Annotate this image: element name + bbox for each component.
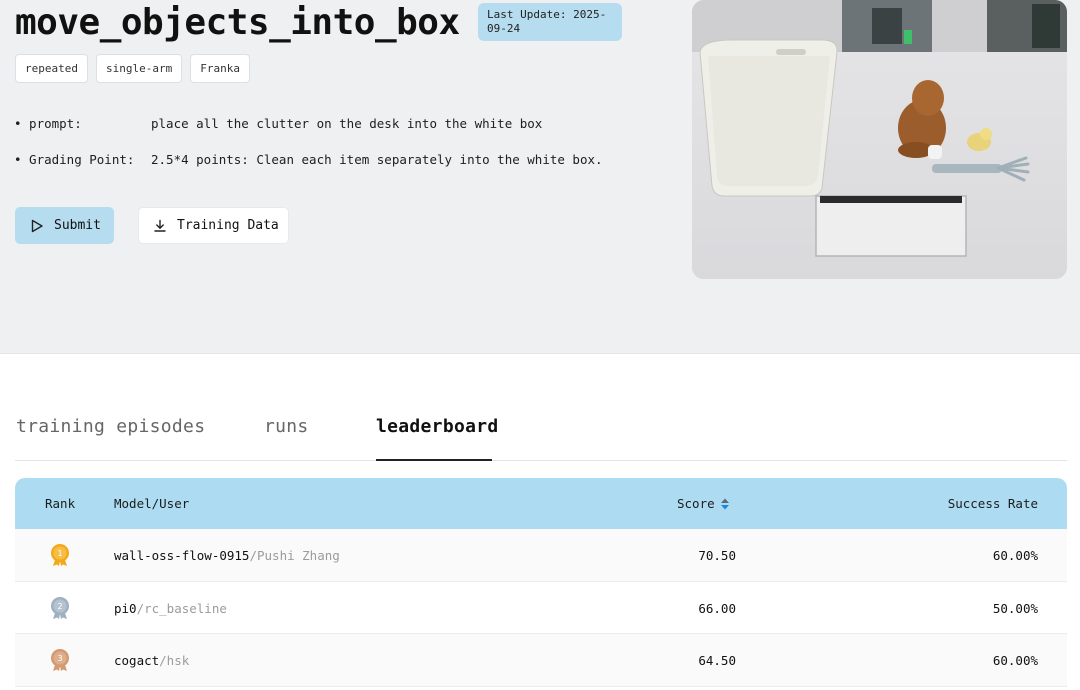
tab-bar: training episodes runs leaderboard	[15, 408, 1067, 461]
table-header: Rank Model/User Score Success Rate	[15, 478, 1067, 529]
prompt-value: place all the clutter on the desk into t…	[151, 116, 543, 131]
table-row[interactable]: 1 wall-oss-flow-0915/Pushi Zhang 70.50 6…	[15, 529, 1067, 582]
success-rate-cell: 60.00%	[992, 548, 1038, 563]
training-data-label: Training Data	[177, 218, 279, 233]
success-rate-cell: 50.00%	[992, 600, 1038, 616]
grading-row: • Grading Point: 2.5*4 points: Clean eac…	[14, 152, 603, 167]
tag-single-arm: single-arm	[95, 54, 183, 83]
robot-scene-image	[692, 0, 1067, 279]
tag-repeated: repeated	[15, 54, 88, 83]
user-name: /Pushi Zhang	[249, 548, 340, 563]
user-name: /hsk	[159, 653, 190, 668]
header-score-label: Score	[677, 496, 715, 511]
success-rate-cell: 60.00%	[992, 653, 1038, 668]
score-cell: 64.50	[698, 653, 736, 668]
download-icon	[154, 219, 166, 232]
submit-label: Submit	[54, 218, 101, 233]
user-name: /rc_baseline	[136, 600, 227, 616]
tab-runs[interactable]: runs	[264, 416, 309, 461]
model-name: pi0	[114, 600, 137, 616]
score-cell: 66.00	[698, 600, 736, 616]
task-header-section: move_objects_into_box Last Update: 2025-…	[0, 0, 1080, 354]
svg-text:3: 3	[57, 654, 62, 663]
model-name: wall-oss-flow-0915	[114, 548, 250, 563]
tag-franka: Franka	[190, 54, 250, 83]
header-success-rate: Success Rate	[947, 496, 1038, 511]
submit-button[interactable]: Submit	[15, 207, 114, 244]
header-rank: Rank	[45, 496, 76, 511]
tab-training-episodes[interactable]: training episodes	[16, 416, 205, 461]
grading-label: • Grading Point:	[14, 152, 135, 167]
tag-list: repeated single-arm Franka	[15, 54, 250, 83]
prompt-row: • prompt: place all the clutter on the d…	[14, 116, 542, 131]
svg-text:2: 2	[57, 602, 62, 611]
header-score[interactable]: Score	[677, 496, 731, 511]
model-name-cell: wall-oss-flow-0915/Pushi Zhang	[114, 548, 340, 563]
sort-icon	[720, 498, 729, 509]
play-outline-icon	[31, 219, 43, 232]
model-name-cell: pi0/rc_baseline	[114, 601, 227, 616]
training-data-button[interactable]: Training Data	[138, 207, 289, 244]
tab-leaderboard[interactable]: leaderboard	[376, 416, 498, 461]
bronze-medal-icon: 3	[51, 649, 69, 671]
silver-medal-icon: 2	[51, 596, 69, 619]
gold-medal-icon: 1	[51, 544, 69, 566]
page-title: move_objects_into_box	[15, 2, 460, 43]
score-cell: 70.50	[698, 548, 736, 563]
task-preview-image[interactable]	[692, 0, 1067, 279]
table-row[interactable]: 3 cogact/hsk 64.50 60.00%	[15, 634, 1067, 687]
model-name-cell: cogact/hsk	[114, 653, 189, 668]
table-body: 1 wall-oss-flow-0915/Pushi Zhang 70.50 6…	[15, 529, 1067, 687]
header-model-user: Model/User	[114, 496, 190, 511]
prompt-label: • prompt:	[14, 116, 82, 131]
grading-value: 2.5*4 points: Clean each item separately…	[151, 152, 603, 167]
svg-text:1: 1	[57, 549, 62, 558]
leaderboard-table: Rank Model/User Score Success Rate 1 wal…	[15, 478, 1067, 687]
last-update-badge: Last Update: 2025-09-24	[478, 3, 622, 41]
table-row[interactable]: 2 pi0/rc_baseline 66.00 50.00%	[15, 581, 1067, 634]
model-name: cogact	[114, 653, 160, 668]
